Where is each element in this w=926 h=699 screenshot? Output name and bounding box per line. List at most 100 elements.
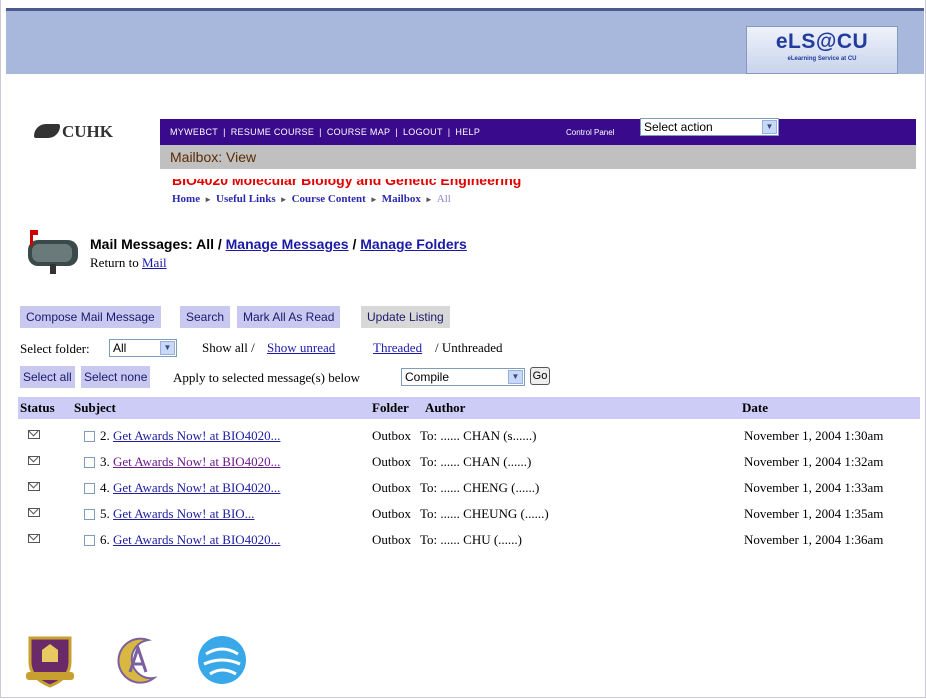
show-all-label: Show all / <box>202 340 255 355</box>
row-author: To: ...... CHENG (......) <box>420 480 540 495</box>
table-row: 4. Get Awards Now! at BIO4020... Outbox … <box>18 477 920 501</box>
row-number: 6. <box>100 532 110 547</box>
return-to: Return to Mail <box>90 255 167 271</box>
breadcrumb-course-content[interactable]: Course Content <box>292 193 366 205</box>
row-subject: 4. Get Awards Now! at BIO4020... <box>100 480 280 496</box>
row-folder: Outbox <box>372 454 411 469</box>
header-folder[interactable]: Folder <box>372 400 409 416</box>
cuhk-logo-text: CUHK <box>62 122 113 141</box>
envelope-icon <box>28 482 40 491</box>
row-author: To: ...... CHEUNG (......) <box>420 506 549 521</box>
subject-link[interactable]: Get Awards Now! at BIO4020... <box>113 480 280 495</box>
row-number: 2. <box>100 428 110 443</box>
apply-action-value: Compile <box>405 370 450 384</box>
cuhk-logo-icon <box>34 124 60 138</box>
select-action-value: Select action <box>644 120 713 134</box>
show-unread-link[interactable]: Show unread <box>267 340 335 356</box>
table-row: 2. Get Awards Now! at BIO4020... Outbox … <box>18 425 920 449</box>
apply-label: Apply to selected message(s) below <box>173 370 361 385</box>
mailbox-icon <box>28 230 78 274</box>
els-logo[interactable]: eLS@CU eLearning Service at CU <box>746 26 898 74</box>
row-subject: 6. Get Awards Now! at BIO4020... <box>100 532 280 548</box>
select-action-dropdown[interactable]: Select action ▼ <box>640 118 779 136</box>
row-date: November 1, 2004 1:30am <box>744 428 884 443</box>
row-author: To: ...... CHU (......) <box>420 532 523 547</box>
folder-select[interactable]: All ▼ <box>109 339 177 357</box>
breadcrumb: Home ► Useful Links ► Course Content ► Mailbox… <box>172 193 451 205</box>
row-checkbox[interactable] <box>84 431 95 442</box>
subject-link[interactable]: Get Awards Now! at BIO4020... <box>113 454 280 469</box>
compose-mail-button[interactable]: Compose Mail Message <box>20 306 161 328</box>
select-none-button[interactable]: Select none <box>81 366 151 388</box>
table-row: 6. Get Awards Now! at BIO4020... Outbox … <box>18 529 920 553</box>
header-author[interactable]: Author <box>425 400 465 416</box>
select-all-button[interactable]: Select all <box>20 366 75 388</box>
row-checkbox[interactable] <box>84 483 95 494</box>
nav-links: MYWEBCT | RESUME COURSE | COURSE MAP | LOGOUT |… <box>170 127 481 137</box>
mark-all-read-button[interactable]: Mark All As Read <box>237 306 341 328</box>
subnav-title: Mailbox: View <box>170 149 257 165</box>
row-author: To: ...... CHAN (......) <box>420 454 532 469</box>
chevron-right-icon: ► <box>279 195 288 204</box>
row-folder: Outbox <box>372 506 411 521</box>
header-date[interactable]: Date <box>742 400 768 416</box>
breadcrumb-current: All <box>436 193 451 205</box>
envelope-icon <box>28 534 40 543</box>
course-title: BIO4020 Molecular Biology and Genetic En… <box>172 179 522 188</box>
row-author: To: ...... CHAN (s......) <box>420 428 537 443</box>
chevron-down-icon: ▼ <box>508 370 523 384</box>
folder-select-value: All <box>113 341 127 355</box>
chevron-down-icon: ▼ <box>160 341 175 355</box>
breadcrumb-home[interactable]: Home <box>172 193 200 205</box>
row-date: November 1, 2004 1:33am <box>744 480 884 495</box>
go-button[interactable]: Go <box>530 367 550 385</box>
threaded-link[interactable]: Threaded <box>373 340 422 356</box>
row-number: 4. <box>100 480 110 495</box>
manage-messages-link[interactable]: Manage Messages <box>226 236 349 252</box>
page-heading: Mail Messages: All / Manage Messages / M… <box>90 236 467 252</box>
nav-link-resume-course[interactable]: RESUME COURSE <box>231 127 314 137</box>
row-checkbox[interactable] <box>84 509 95 520</box>
cuhk-logo[interactable]: CUHK <box>34 122 113 142</box>
manage-folders-link[interactable]: Manage Folders <box>360 236 467 252</box>
moon-a-logo-icon[interactable] <box>108 634 164 688</box>
table-row: 5. Get Awards Now! at BIO... Outbox To: … <box>18 503 920 527</box>
nav-link-logout[interactable]: LOGOUT <box>403 127 443 137</box>
chevron-right-icon: ► <box>369 195 378 204</box>
return-to-mail-link[interactable]: Mail <box>142 255 167 270</box>
row-checkbox[interactable] <box>84 457 95 468</box>
return-to-label: Return to <box>90 255 139 270</box>
table-row: 3. Get Awards Now! at BIO4020... Outbox … <box>18 451 920 475</box>
row-date: November 1, 2004 1:35am <box>744 506 884 521</box>
subject-link[interactable]: Get Awards Now! at BIO4020... <box>113 428 280 443</box>
cuhk-crest-icon[interactable] <box>22 632 78 688</box>
select-folder-label: Select folder: <box>20 341 90 356</box>
envelope-icon <box>28 456 40 465</box>
chevron-right-icon: ► <box>204 195 213 204</box>
chevron-down-icon: ▼ <box>762 120 777 134</box>
header-status[interactable]: Status <box>20 400 55 416</box>
nav-link-course-map[interactable]: COURSE MAP <box>327 127 391 137</box>
nav-link-mywebct[interactable]: MYWEBCT <box>170 127 218 137</box>
page-heading-prefix: Mail Messages: All / <box>90 236 222 252</box>
row-number: 3. <box>100 454 110 469</box>
update-listing-button[interactable]: Update Listing <box>361 306 450 328</box>
globe-logo-icon[interactable] <box>196 634 248 686</box>
breadcrumb-mailbox[interactable]: Mailbox <box>382 193 421 205</box>
header-subject[interactable]: Subject <box>74 400 116 416</box>
nav-link-help[interactable]: HELP <box>455 127 480 137</box>
subject-link[interactable]: Get Awards Now! at BIO4020... <box>113 532 280 547</box>
row-folder: Outbox <box>372 480 411 495</box>
search-button[interactable]: Search <box>180 306 231 328</box>
els-logo-text: eLS@CU <box>775 30 869 53</box>
row-subject: 5. Get Awards Now! at BIO... <box>100 506 254 522</box>
row-folder: Outbox <box>372 532 411 547</box>
row-checkbox[interactable] <box>84 535 95 546</box>
envelope-icon <box>28 508 40 517</box>
apply-action-select[interactable]: Compile ▼ <box>401 368 525 386</box>
row-subject: 3. Get Awards Now! at BIO4020... <box>100 454 280 470</box>
subject-link[interactable]: Get Awards Now! at BIO... <box>113 506 254 521</box>
row-folder: Outbox <box>372 428 411 443</box>
breadcrumb-useful-links[interactable]: Useful Links <box>216 193 276 205</box>
heading-separator: / <box>352 236 357 252</box>
